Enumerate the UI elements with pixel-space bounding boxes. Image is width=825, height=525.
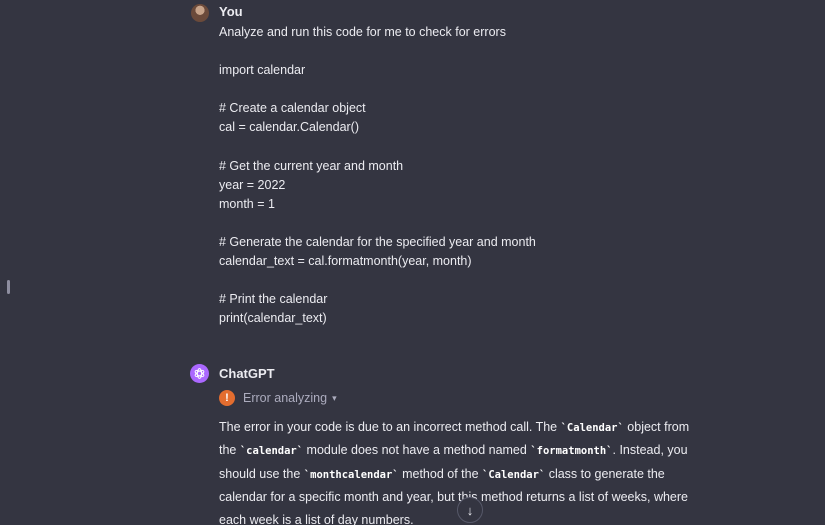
inline-code: `calendar` — [239, 445, 304, 458]
error-analyzing-toggle[interactable]: ! Error analyzing ▾ — [219, 389, 337, 407]
message-line: cal = calendar.Calendar() — [219, 120, 360, 135]
message-line: import calendar — [219, 63, 306, 78]
message-line: # Create a calendar object — [219, 101, 366, 116]
inline-code: `formatmonth` — [530, 445, 613, 458]
chevron-down-icon: ▾ — [332, 392, 337, 403]
inline-code: `Calendar` — [482, 468, 546, 481]
inline-code: `Calendar` — [560, 422, 624, 434]
user-avatar — [191, 4, 209, 22]
text-segment: The error in your code is due to an inco… — [219, 420, 561, 434]
error-icon: ! — [219, 390, 235, 406]
chat-page: You Analyze and run this code for me to … — [0, 0, 825, 525]
text-segment: module does not have a method named — [303, 443, 531, 458]
message-line: year = 2022 — [219, 177, 286, 192]
message-line: # Generate the calendar for the specifie… — [219, 235, 536, 250]
message-line: calendar_text = cal.formatmonth(year, mo… — [219, 254, 472, 269]
message-line — [219, 80, 779, 99]
arrow-down-icon: ↓ — [466, 502, 474, 518]
chatgpt-author-name: ChatGPT — [219, 366, 275, 381]
message-line: print(calendar_text) — [219, 311, 327, 326]
user-message: Analyze and run this code for me to chec… — [219, 23, 779, 329]
message-line: # Get the current year and month — [219, 158, 404, 173]
inline-code: `monthcalendar` — [303, 468, 399, 481]
chatgpt-avatar — [190, 364, 209, 383]
status-label: Error analyzing — [243, 391, 328, 405]
user-author-name: You — [219, 4, 243, 19]
message-line — [219, 271, 779, 290]
message-line — [219, 42, 779, 61]
message-line — [219, 138, 779, 157]
message-line: Analyze and run this code for me to chec… — [219, 25, 506, 39]
message-line — [219, 214, 779, 233]
scroll-to-bottom-button[interactable]: ↓ — [457, 497, 483, 523]
message-line: month = 1 — [219, 196, 275, 211]
text-segment: method of the — [398, 466, 483, 481]
openai-logo-icon — [194, 368, 205, 379]
message-line: # Print the calendar — [219, 292, 328, 307]
sidebar-toggle-handle[interactable] — [7, 280, 10, 294]
